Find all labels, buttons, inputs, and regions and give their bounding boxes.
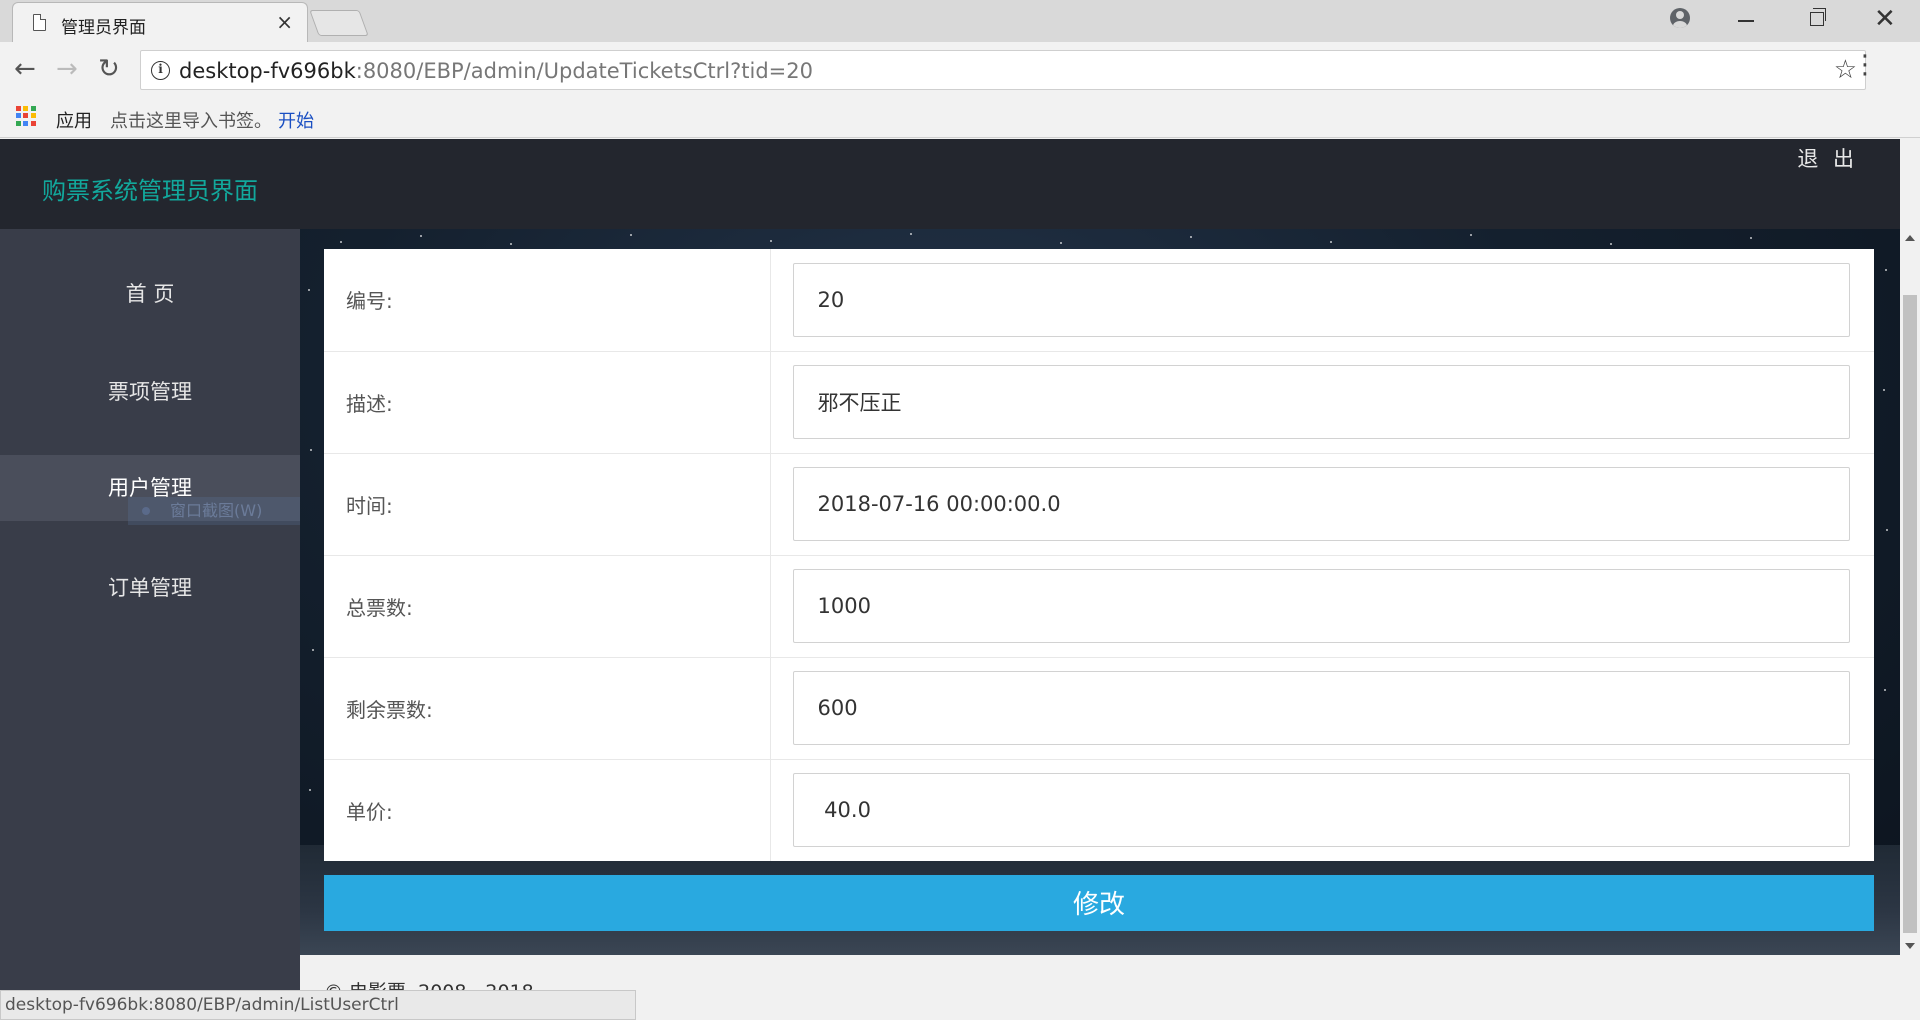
form-row-description: 描述:: [324, 351, 1874, 453]
scroll-down-arrow-icon[interactable]: [1905, 943, 1915, 949]
restore-icon[interactable]: [1810, 8, 1826, 26]
reload-icon[interactable]: ↻: [98, 54, 120, 84]
sidebar-item-orders[interactable]: 订单管理: [0, 555, 300, 621]
brand-title: 购票系统管理员界面: [42, 177, 258, 205]
window-close-icon[interactable]: ✕: [1874, 4, 1896, 34]
main-content: 编号: 描述: 时间: 总票数: 剩余票数: 单价: 修改: [300, 229, 1900, 955]
back-arrow-icon[interactable]: ←: [14, 54, 36, 84]
unit-price-input[interactable]: [792, 773, 1850, 848]
bookmarks-bar: 应用 点击这里导入书签。 开始: [0, 98, 1920, 138]
tab-close-icon[interactable]: ×: [276, 11, 293, 33]
field-label-remaining-tickets: 剩余票数:: [324, 657, 771, 759]
apps-grid-icon[interactable]: [16, 106, 36, 126]
browser-tab-strip: 管理员界面 × ✕: [0, 0, 1920, 42]
scroll-thumb[interactable]: [1903, 295, 1917, 933]
browser-toolbar: ← → ↻ i desktop-fv696bk:8080/EBP/admin/U…: [0, 42, 1920, 98]
url-host: desktop-fv696bk: [179, 59, 356, 83]
remaining-tickets-input[interactable]: [792, 671, 1850, 745]
form-row-remaining-tickets: 剩余票数:: [324, 657, 1874, 759]
address-bar[interactable]: i desktop-fv696bk:8080/EBP/admin/UpdateT…: [140, 50, 1866, 90]
forward-arrow-icon[interactable]: →: [56, 54, 78, 84]
form-row-time: 时间:: [324, 453, 1874, 555]
time-input[interactable]: [792, 467, 1850, 541]
field-label-id: 编号:: [324, 249, 771, 351]
minimize-icon[interactable]: [1738, 20, 1754, 22]
new-tab-button[interactable]: [309, 10, 369, 36]
sidebar-item-home[interactable]: 首 页: [0, 261, 300, 327]
scroll-up-arrow-icon[interactable]: [1905, 235, 1915, 241]
browser-tab[interactable]: 管理员界面 ×: [12, 2, 308, 42]
tab-title: 管理员界面: [61, 18, 146, 38]
profile-icon[interactable]: [1670, 8, 1690, 28]
ticket-edit-form: 编号: 描述: 时间: 总票数: 剩余票数: 单价:: [324, 249, 1874, 861]
bookmark-import-hint: 点击这里导入书签。: [110, 111, 272, 132]
logout-link[interactable]: 退 出: [1797, 143, 1858, 173]
browser-menu-icon[interactable]: ⋮: [1852, 50, 1878, 80]
sidebar-item-tickets[interactable]: 票项管理: [0, 359, 300, 425]
browser-status-bar: desktop-fv696bk:8080/EBP/admin/ListUserC…: [0, 990, 636, 1020]
url-path: :8080/EBP/admin/UpdateTicketsCtrl?tid=20: [355, 59, 813, 83]
field-label-total-tickets: 总票数:: [324, 555, 771, 657]
form-row-id: 编号:: [324, 249, 1874, 351]
id-input[interactable]: [792, 262, 1850, 337]
description-input[interactable]: [792, 365, 1850, 439]
url-text[interactable]: desktop-fv696bk:8080/EBP/admin/UpdateTic…: [179, 59, 813, 83]
field-label-unit-price: 单价:: [324, 759, 771, 861]
form-row-unit-price: 单价:: [324, 759, 1874, 861]
document-icon: [33, 14, 46, 31]
info-icon[interactable]: i: [151, 61, 170, 80]
sidebar: 首 页 票项管理 用户管理 订单管理 窗口截图(W): [0, 229, 364, 1020]
bookmark-start-link[interactable]: 开始: [278, 107, 314, 133]
page-scrollbar[interactable]: [1900, 229, 1920, 955]
form-row-total-tickets: 总票数:: [324, 555, 1874, 657]
modify-button[interactable]: 修改: [324, 875, 1874, 931]
page-header: 购票系统管理员界面 退 出: [0, 139, 1900, 229]
field-label-time: 时间:: [324, 453, 771, 555]
total-tickets-input[interactable]: [792, 569, 1850, 643]
bookmark-apps[interactable]: 应用: [56, 107, 92, 133]
field-label-description: 描述:: [324, 351, 771, 453]
